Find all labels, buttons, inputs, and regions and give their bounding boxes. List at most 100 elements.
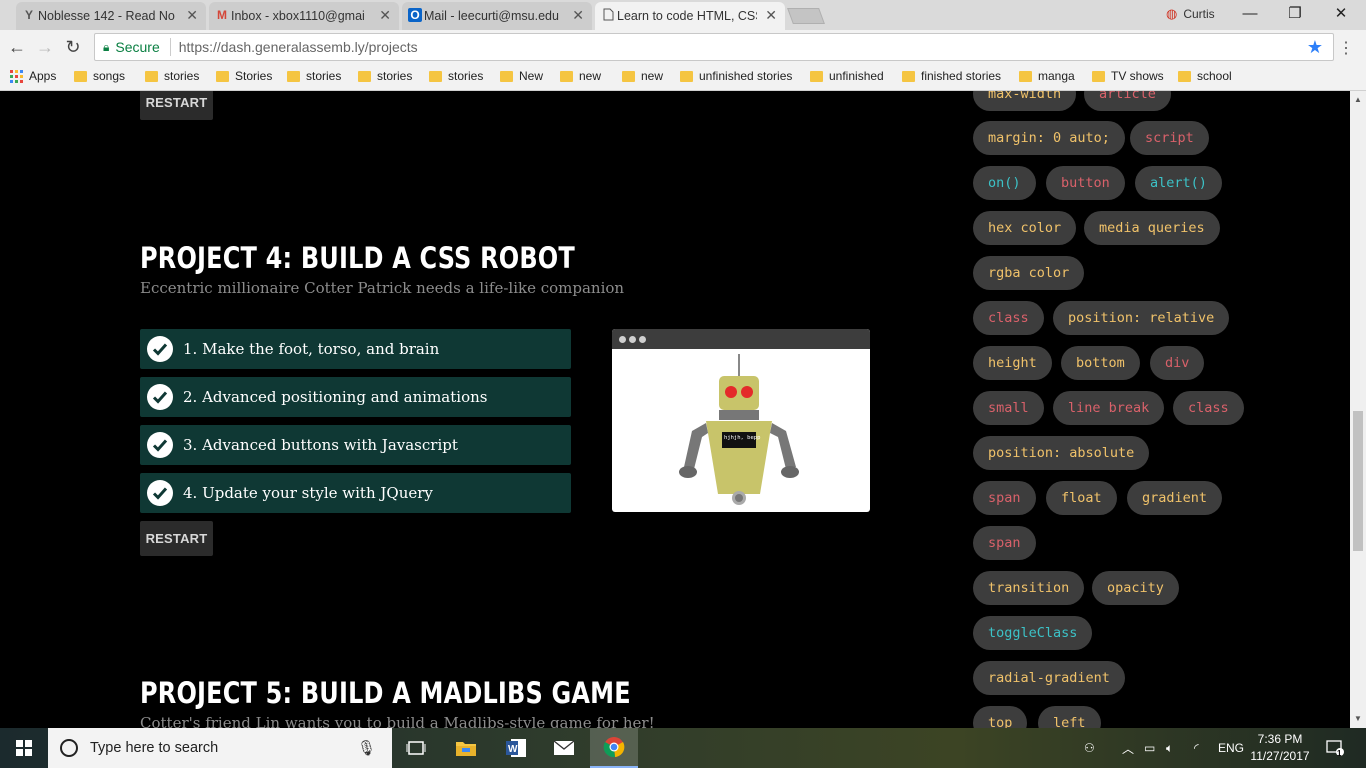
tab-strip: Y Noblesse 142 - Read No ✕ M Inbox - xbo… (0, 0, 1366, 30)
bookmark-folder[interactable]: new (622, 69, 663, 83)
volume-icon[interactable]: 🔈︎ (1166, 728, 1173, 768)
search-placeholder: Type here to search (90, 740, 218, 756)
folder-icon (74, 71, 87, 82)
tag: script (1130, 121, 1209, 155)
secure-label: Secure (115, 39, 159, 55)
task-label: 1. Make the foot, torso, and brain (183, 340, 439, 358)
tab-title: Mail - leecurti@msu.edu (424, 9, 564, 23)
scroll-thumb[interactable] (1353, 411, 1363, 551)
bookmark-folder[interactable]: unfinished stories (680, 69, 792, 83)
folder-icon (287, 71, 300, 82)
bookmark-label: Apps (29, 69, 56, 83)
bookmark-label: stories (164, 69, 199, 83)
tab-title: Learn to code HTML, CSS (617, 9, 757, 23)
gmail-favicon-icon: M (215, 8, 229, 22)
tag: opacity (1092, 571, 1179, 605)
close-tab-icon[interactable]: ✕ (765, 7, 777, 24)
tag: button (1046, 166, 1125, 200)
divider (170, 38, 171, 56)
restore-button[interactable]: ❐ (1272, 3, 1318, 25)
bookmark-folder[interactable]: stories (287, 69, 341, 83)
page-scrollbar[interactable]: ▲ ▼ (1350, 91, 1366, 728)
scroll-down-arrow-icon[interactable]: ▼ (1350, 712, 1366, 726)
folder-icon (145, 71, 158, 82)
bookmark-label: stories (448, 69, 483, 83)
restart-button[interactable]: RESTART (140, 521, 213, 556)
show-hidden-icons-chevron-icon[interactable]: ︿ (1122, 728, 1134, 768)
bookmark-folder[interactable]: TV shows (1092, 69, 1164, 83)
tab-noblesse[interactable]: Y Noblesse 142 - Read No ✕ (16, 2, 206, 30)
task-item[interactable]: 3. Advanced buttons with Javascript (140, 425, 571, 465)
tag: on() (973, 166, 1036, 200)
bookmark-folder[interactable]: Stories (216, 69, 272, 83)
microphone-icon[interactable]: 🎙︎ (357, 739, 376, 757)
bookmark-apps[interactable]: Apps (10, 69, 56, 83)
bookmark-label: stories (377, 69, 412, 83)
address-bar[interactable]: 🔒︎ Secure https://dash.generalassemb.ly/… (94, 33, 1334, 61)
tag: rgba color (973, 256, 1084, 290)
browser-toolbar: ← → ↻ 🔒︎ Secure https://dash.generalasse… (0, 30, 1366, 64)
bookmark-folder[interactable]: stories (358, 69, 412, 83)
battery-icon[interactable]: ▭ (1144, 728, 1155, 768)
css-robot-illustration: hjhjh, bepp (612, 349, 870, 512)
folder-icon (810, 71, 823, 82)
taskbar-clock[interactable]: 7:36 PM 11/27/2017 (1245, 731, 1315, 765)
bookmark-label: school (1197, 69, 1232, 83)
chrome-menu-icon[interactable]: ⋮ (1338, 38, 1354, 58)
checkmark-icon (147, 432, 173, 458)
task-item[interactable]: 4. Update your style with JQuery (140, 473, 571, 513)
task-label: 4. Update your style with JQuery (183, 484, 433, 502)
task-view-icon[interactable] (392, 728, 440, 768)
robot-preview[interactable]: hjhjh, bepp (612, 329, 870, 512)
bookmark-star-icon[interactable]: ★ (1307, 37, 1323, 58)
start-button[interactable] (0, 728, 48, 768)
word-icon[interactable]: W (492, 728, 540, 768)
bookmark-folder[interactable]: manga (1019, 69, 1075, 83)
svg-text:W: W (508, 744, 518, 755)
minimize-button[interactable]: — (1227, 3, 1273, 25)
chrome-icon[interactable] (590, 728, 638, 768)
close-window-button[interactable]: ✕ (1318, 3, 1364, 25)
bookmark-folder[interactable]: stories (145, 69, 199, 83)
apps-grid-icon (10, 70, 23, 83)
reload-button[interactable]: ↻ (62, 36, 84, 58)
tag: media queries (1084, 211, 1220, 245)
bookmark-folder[interactable]: school (1178, 69, 1232, 83)
close-tab-icon[interactable]: ✕ (572, 7, 584, 24)
mail-icon[interactable] (540, 728, 588, 768)
bookmark-folder[interactable]: finished stories (902, 69, 1001, 83)
restart-button[interactable]: RESTART (140, 91, 213, 120)
tab-outlook[interactable]: O Mail - leecurti@msu.edu ✕ (402, 2, 592, 30)
bookmark-label: finished stories (921, 69, 1001, 83)
scroll-up-arrow-icon[interactable]: ▲ (1350, 93, 1366, 107)
file-explorer-icon[interactable] (442, 728, 490, 768)
task-item[interactable]: 1. Make the foot, torso, and brain (140, 329, 571, 369)
bookmark-folder[interactable]: songs (74, 69, 125, 83)
close-tab-icon[interactable]: ✕ (379, 7, 391, 24)
profile-button[interactable]: ◍ Curtis (1166, 6, 1215, 22)
language-indicator[interactable]: ENG (1218, 728, 1244, 768)
close-tab-icon[interactable]: ✕ (186, 7, 198, 24)
new-tab-button[interactable] (787, 8, 825, 24)
taskbar-search-box[interactable]: Type here to search 🎙︎ (48, 728, 392, 768)
tag: transition (973, 571, 1084, 605)
back-button[interactable]: ← (6, 36, 28, 58)
wifi-icon[interactable]: ◜ (1194, 728, 1199, 768)
bookmark-folder[interactable]: New (500, 69, 543, 83)
bookmark-folder[interactable]: new (560, 69, 601, 83)
forward-button[interactable]: → (34, 36, 56, 58)
tab-gmail[interactable]: M Inbox - xbox1110@gmai ✕ (209, 2, 399, 30)
tab-title: Noblesse 142 - Read No (38, 9, 178, 23)
folder-icon (358, 71, 371, 82)
outlook-favicon-icon: O (408, 8, 422, 22)
people-icon[interactable]: ⚇ (1084, 728, 1095, 768)
tab-learn-to-code[interactable]: Learn to code HTML, CSS ✕ (595, 2, 785, 30)
task-item[interactable]: 2. Advanced positioning and animations (140, 377, 571, 417)
bookmark-label: New (519, 69, 543, 83)
bookmark-folder[interactable]: unfinished (810, 69, 884, 83)
bookmark-label: stories (306, 69, 341, 83)
action-center-icon[interactable]: 1 (1326, 728, 1344, 768)
bookmark-folder[interactable]: stories (429, 69, 483, 83)
bookmark-label: new (641, 69, 663, 83)
bookmark-label: unfinished (829, 69, 884, 83)
